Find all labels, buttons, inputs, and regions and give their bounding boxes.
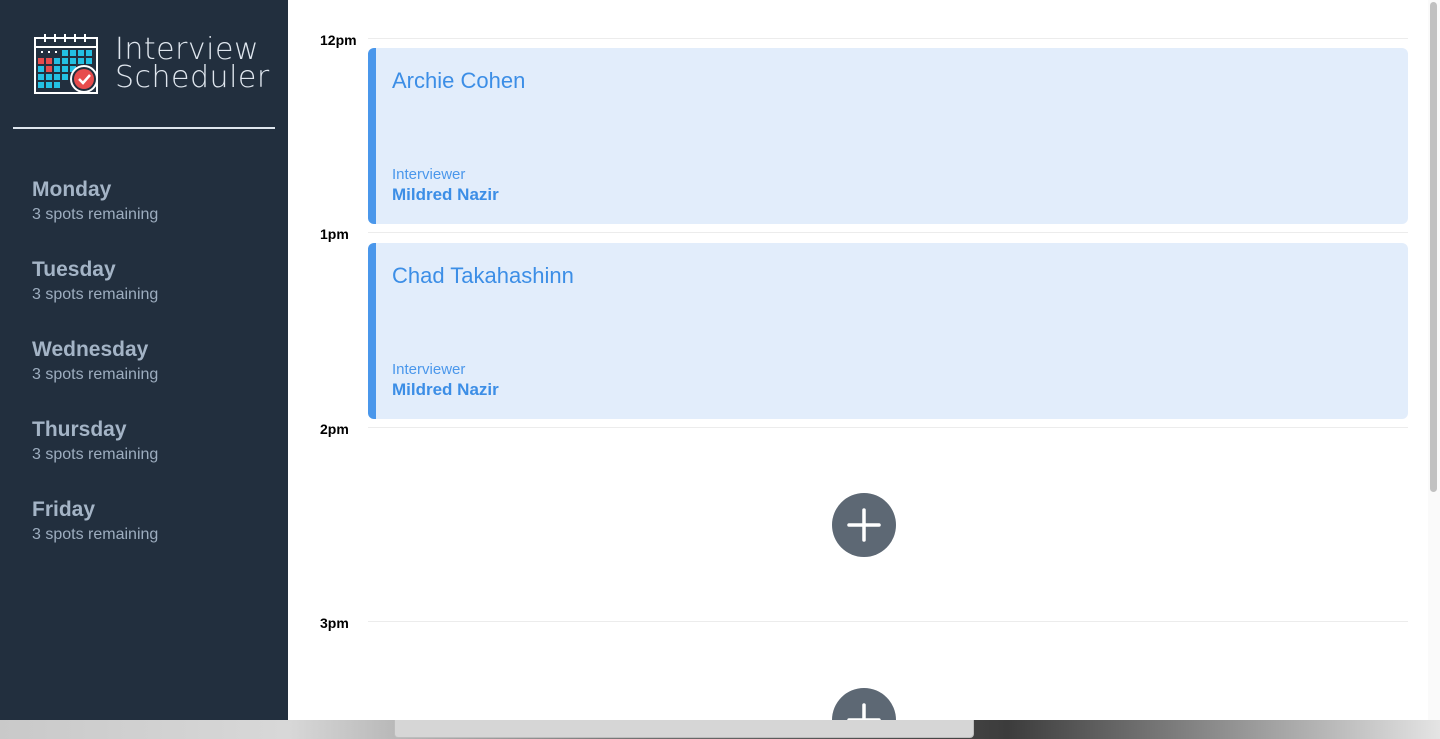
- desktop-window-edge: [394, 720, 974, 738]
- time-label: 3pm: [320, 615, 349, 631]
- schedule: 12pm Archie Cohen Interviewer Mildred Na…: [288, 0, 1440, 720]
- interviewer-name: Mildred Nazir: [392, 185, 499, 204]
- day-spots: 3 spots remaining: [32, 366, 159, 383]
- day-item-friday[interactable]: Friday 3 spots remaining: [0, 495, 288, 575]
- hour-divider: [368, 621, 1408, 622]
- hour-divider: [368, 38, 1408, 39]
- day-spots: 3 spots remaining: [32, 446, 159, 463]
- time-label: 1pm: [320, 226, 349, 242]
- day-spots: 3 spots remaining: [32, 526, 159, 543]
- interviewer-name: Mildred Nazir: [392, 380, 499, 399]
- plus-icon: [847, 508, 881, 542]
- scrollbar-thumb[interactable]: [1430, 2, 1437, 492]
- app-title-line2: Scheduler: [115, 60, 270, 95]
- day-spots: 3 spots remaining: [32, 206, 159, 223]
- brand: Interview Scheduler: [34, 33, 270, 95]
- day-item-tuesday[interactable]: Tuesday 3 spots remaining: [0, 255, 288, 335]
- interviewer-label: Interviewer: [392, 166, 466, 183]
- add-appointment-button[interactable]: [832, 493, 896, 557]
- interviewer-label: Interviewer: [392, 361, 466, 378]
- app-window: Interview Scheduler Monday 3 spots remai…: [0, 0, 1440, 720]
- appointment-card[interactable]: Archie Cohen Interviewer Mildred Nazir: [368, 48, 1408, 224]
- day-name: Wednesday: [32, 338, 149, 361]
- student-name: Archie Cohen: [392, 68, 526, 93]
- calendar-check-icon: [34, 34, 98, 94]
- day-list: Monday 3 spots remaining Tuesday 3 spots…: [0, 175, 288, 575]
- time-label: 2pm: [320, 421, 349, 437]
- scrollbar[interactable]: [1428, 0, 1440, 720]
- plus-icon: [847, 703, 881, 720]
- app-title: Interview Scheduler: [115, 35, 270, 95]
- time-label: 12pm: [320, 32, 357, 48]
- hour-divider: [368, 427, 1408, 428]
- day-item-monday[interactable]: Monday 3 spots remaining: [0, 175, 288, 255]
- add-appointment-button[interactable]: [832, 688, 896, 720]
- day-name: Tuesday: [32, 258, 116, 281]
- day-name: Friday: [32, 498, 96, 521]
- day-item-thursday[interactable]: Thursday 3 spots remaining: [0, 415, 288, 495]
- day-item-wednesday[interactable]: Wednesday 3 spots remaining: [0, 335, 288, 415]
- day-spots: 3 spots remaining: [32, 286, 159, 303]
- student-name: Chad Takahashinn: [392, 263, 574, 288]
- day-name: Monday: [32, 178, 112, 201]
- appointment-card[interactable]: Chad Takahashinn Interviewer Mildred Naz…: [368, 243, 1408, 419]
- sidebar-divider: [13, 127, 275, 129]
- hour-divider: [368, 232, 1408, 233]
- sidebar: Interview Scheduler Monday 3 spots remai…: [0, 0, 288, 720]
- day-name: Thursday: [32, 418, 127, 441]
